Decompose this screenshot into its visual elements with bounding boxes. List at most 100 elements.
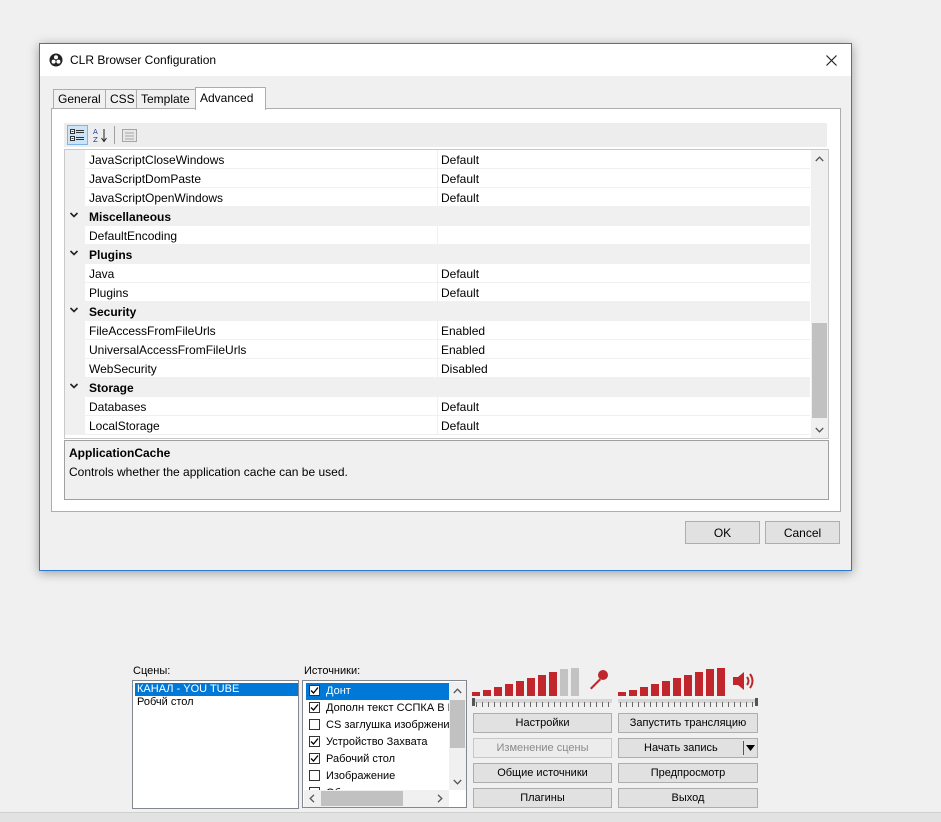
global-sources-button[interactable]: Общие источники	[473, 763, 612, 783]
scroll-thumb[interactable]	[812, 323, 827, 418]
tab-css[interactable]: CSS	[105, 89, 137, 109]
dialog-titlebar[interactable]: CLR Browser Configuration	[40, 44, 851, 76]
property-row[interactable]: Java Default	[65, 264, 810, 283]
alphabetical-button[interactable]: A Z	[90, 125, 111, 145]
property-row[interactable]: JavaScriptCloseWindows Default	[65, 150, 810, 169]
close-icon	[825, 54, 837, 66]
dropdown-arrow-icon[interactable]	[746, 745, 755, 751]
source-item[interactable]: CS заглушка изобржение	[306, 717, 451, 734]
property-grid: JavaScriptCloseWindows Default JavaScrip…	[64, 149, 829, 439]
source-checkbox[interactable]	[309, 702, 320, 713]
property-row[interactable]: JavaScriptDomPaste Default	[65, 169, 810, 188]
edit-scene-button[interactable]: Изменение сцены	[473, 738, 612, 758]
start-record-button[interactable]: Начать запись	[618, 738, 758, 758]
property-row[interactable]: WebSecurity Disabled	[65, 359, 810, 378]
advanced-tab-panel: A Z JavaScriptCloseWindows Default JavaS…	[51, 108, 841, 512]
clr-browser-config-dialog: CLR Browser Configuration General CSS Te…	[39, 43, 852, 571]
chevron-down-icon[interactable]	[69, 381, 79, 391]
help-title: ApplicationCache	[69, 446, 171, 460]
scene-item[interactable]: КАНАЛ - YOU TUBE	[135, 683, 298, 696]
property-grid-scrollbar[interactable]	[811, 150, 828, 438]
cancel-button[interactable]: Cancel	[765, 521, 840, 544]
speaker-icon[interactable]	[731, 669, 757, 693]
property-value[interactable]: Disabled	[441, 362, 488, 376]
toolbar-separator	[114, 126, 115, 144]
ok-button[interactable]: OK	[685, 521, 760, 544]
source-checkbox[interactable]	[309, 753, 320, 764]
tab-general[interactable]: General	[53, 89, 108, 109]
source-checkbox[interactable]	[309, 685, 320, 696]
property-value[interactable]: Enabled	[441, 343, 485, 357]
close-button[interactable]	[811, 44, 851, 76]
scroll-up-button[interactable]	[811, 150, 828, 167]
property-name: Java	[89, 267, 115, 281]
sources-list[interactable]: Донт Дополн текст ССПКА В ПР CS заглушка…	[302, 680, 467, 808]
microphone-icon[interactable]	[587, 668, 611, 692]
start-stream-button[interactable]: Запустить трансляцию	[618, 713, 758, 733]
chevron-up-icon	[815, 155, 824, 161]
scenes-list[interactable]: КАНАЛ - YOU TUBE Робчй стол	[132, 680, 299, 809]
scroll-down-button[interactable]	[811, 421, 828, 438]
property-value[interactable]: Default	[441, 286, 479, 300]
source-checkbox[interactable]	[309, 719, 320, 730]
chevron-down-icon[interactable]	[69, 305, 79, 315]
source-checkbox[interactable]	[309, 736, 320, 747]
categorized-button[interactable]	[67, 125, 88, 145]
category-row-plugins[interactable]: Plugins	[65, 245, 810, 264]
property-value[interactable]: Enabled	[441, 324, 485, 338]
svg-text:A: A	[93, 128, 98, 136]
source-item[interactable]: Изображение	[306, 768, 451, 785]
sources-hscroll-thumb[interactable]	[321, 791, 403, 806]
property-value[interactable]: Default	[441, 267, 479, 281]
chevron-down-icon[interactable]	[453, 779, 462, 785]
category-name: Miscellaneous	[89, 210, 172, 224]
settings-button[interactable]: Настройки	[473, 713, 612, 733]
exit-button[interactable]: Выход	[618, 788, 758, 808]
property-row[interactable]: DefaultEncoding	[65, 226, 810, 245]
property-row[interactable]: UniversalAccessFromFileUrls Enabled	[65, 340, 810, 359]
scenes-label: Сцены:	[133, 665, 171, 677]
mic-slider-ticks	[476, 702, 612, 707]
property-value[interactable]: Default	[441, 400, 479, 414]
property-row[interactable]: LocalStorage Default	[65, 416, 810, 435]
property-value[interactable]: Default	[441, 191, 479, 205]
property-value[interactable]: Default	[441, 153, 479, 167]
property-pages-button[interactable]	[119, 125, 140, 145]
preview-button[interactable]: Предпросмотр	[618, 763, 758, 783]
desktop-volume-meter	[618, 668, 730, 696]
property-row[interactable]: JavaScriptOpenWindows Default	[65, 188, 810, 207]
chevron-up-icon[interactable]	[453, 688, 462, 694]
tab-advanced[interactable]: Advanced	[195, 87, 266, 110]
sources-scroll-thumb[interactable]	[450, 700, 465, 748]
chevron-down-icon[interactable]	[69, 210, 79, 220]
plugins-button[interactable]: Плагины	[473, 788, 612, 808]
chevron-left-icon[interactable]	[309, 794, 315, 803]
check-icon	[310, 738, 319, 745]
tab-template[interactable]: Template	[136, 89, 197, 109]
source-item[interactable]: Устройство Захвата	[306, 734, 451, 751]
source-item[interactable]: Дополн текст ССПКА В ПР	[306, 700, 451, 717]
property-row[interactable]: FileAccessFromFileUrls Enabled	[65, 321, 810, 340]
desktop-slider-ticks	[620, 702, 756, 707]
property-value[interactable]: Default	[441, 419, 479, 433]
source-checkbox[interactable]	[309, 770, 320, 781]
chevron-down-icon[interactable]	[69, 248, 79, 258]
sources-horizontal-scrollbar[interactable]	[304, 790, 449, 807]
property-name: JavaScriptCloseWindows	[89, 153, 225, 167]
category-row-miscellaneous[interactable]: Miscellaneous	[65, 207, 810, 226]
sources-vertical-scrollbar[interactable]	[449, 682, 466, 790]
help-description: Controls whether the application cache c…	[69, 465, 348, 479]
alphabetical-icon: A Z	[93, 128, 107, 143]
category-row-storage[interactable]: Storage	[65, 378, 810, 397]
source-item[interactable]: Донт	[306, 683, 451, 700]
mic-slider-handle[interactable]	[472, 698, 475, 706]
property-name: Databases	[89, 400, 147, 414]
property-row[interactable]: Databases Default	[65, 397, 810, 416]
property-value[interactable]: Default	[441, 172, 479, 186]
chevron-right-icon[interactable]	[437, 794, 443, 803]
property-row[interactable]: Plugins Default	[65, 283, 810, 302]
property-name: DefaultEncoding	[89, 229, 178, 243]
category-row-security[interactable]: Security	[65, 302, 810, 321]
scene-item[interactable]: Робчй стол	[135, 696, 196, 709]
source-item[interactable]: Рабочий стол	[306, 751, 451, 768]
